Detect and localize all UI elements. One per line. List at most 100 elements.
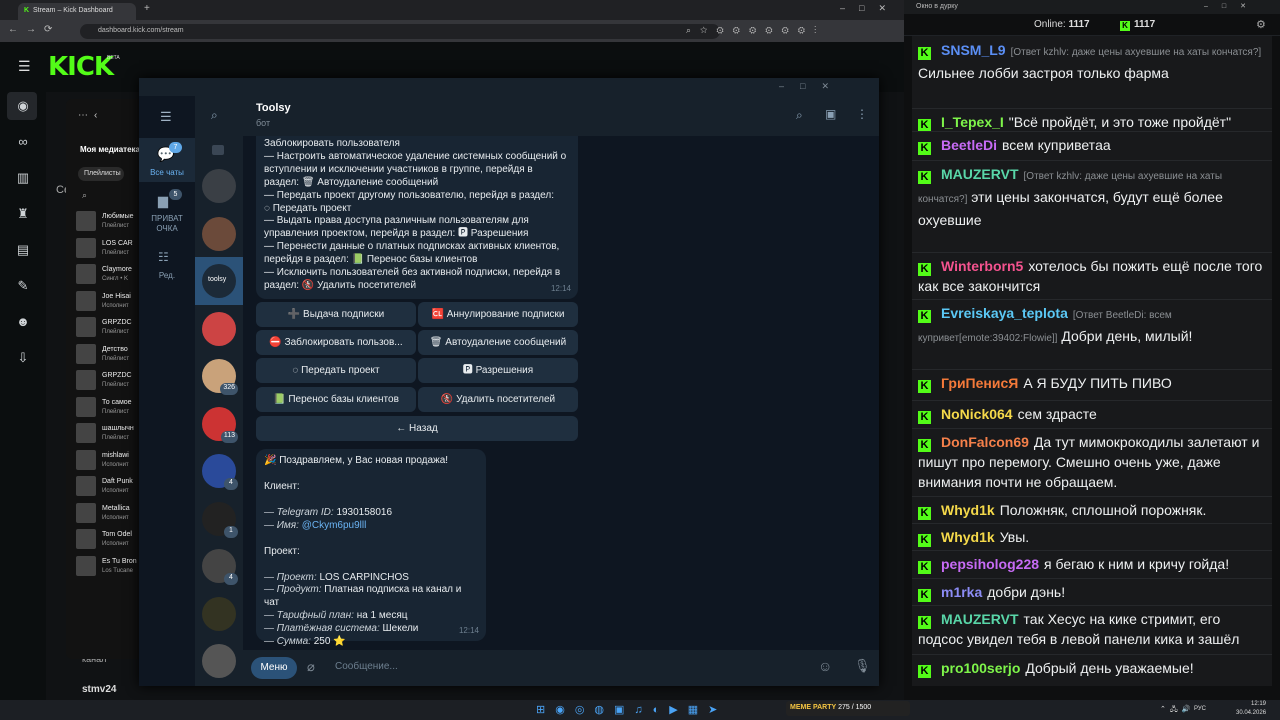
- message-separator: [912, 428, 1272, 429]
- chat-avatar[interactable]: 4: [202, 549, 238, 585]
- library-item-subtitle: Сингл • K: [102, 276, 128, 282]
- message-separator: [912, 550, 1272, 551]
- chat-username[interactable]: Whyd1k: [941, 502, 995, 518]
- chat-avatar[interactable]: 326: [202, 359, 238, 395]
- library-title: Моя медиатека: [80, 145, 140, 154]
- telegram-window-controls[interactable]: –□✕: [779, 81, 845, 92]
- folder-sidebar: [139, 96, 195, 686]
- library-item-subtitle: Исполнит: [102, 514, 129, 521]
- attach-icon[interactable]: ⌀: [307, 659, 315, 675]
- btn-block-user[interactable]: ⛔ Заблокировать пользов...: [256, 330, 416, 355]
- product-label: — Продукт:: [264, 584, 322, 596]
- kick-badge-icon: K: [918, 665, 931, 678]
- url-input[interactable]: dashboard.kick.com/stream: [80, 24, 720, 39]
- unread-badge: 4: [224, 573, 238, 585]
- kick-badge-icon: K: [918, 263, 931, 276]
- link-icon[interactable]: ∞: [14, 134, 32, 152]
- kick-logo[interactable]: KICK: [48, 52, 114, 82]
- chat-username[interactable]: BeetleDi: [941, 137, 997, 153]
- folder-edit-label[interactable]: Ред.: [139, 271, 195, 280]
- btn-transfer-project[interactable]: ◌ Передать проект: [256, 358, 416, 383]
- btn-issue-subscription[interactable]: ➕ Выдача подписки: [256, 302, 416, 327]
- taskbar-app-icons[interactable]: ⊞◉◎◍▣♫◐▶▦➤: [536, 703, 727, 716]
- chat-avatar[interactable]: 4: [202, 454, 238, 490]
- users-icon[interactable]: ☻: [14, 314, 32, 332]
- message-separator: [912, 654, 1272, 655]
- library-item-subtitle: Плейлист: [102, 223, 130, 229]
- chat-username[interactable]: Evreiskaya_teplota: [941, 305, 1068, 321]
- download-icon[interactable]: ⇩: [14, 350, 32, 368]
- sidebar-toggle-icon[interactable]: ▣: [825, 107, 836, 121]
- cover-art: [76, 502, 96, 523]
- tray-icons[interactable]: ⌃🖧🔊: [1160, 705, 1194, 716]
- bottom-user[interactable]: stmv24: [82, 684, 116, 695]
- chat-avatar[interactable]: [202, 216, 236, 251]
- browser-tab[interactable]: K Stream – Kick Dashboard: [18, 3, 136, 20]
- more-icon[interactable]: ⋯‹: [78, 110, 103, 121]
- chat-avatar[interactable]: [202, 644, 236, 678]
- chat-username[interactable]: NoNick064: [941, 406, 1013, 422]
- library-item-subtitle: Исполнит: [102, 461, 129, 468]
- meme-count: 275 / 1500: [838, 704, 872, 711]
- meme-party-widget[interactable]: MEME PARTY 275 / 1500: [786, 701, 910, 716]
- search-chats-icon[interactable]: ⌕: [211, 108, 218, 123]
- browser-toolbar-icons[interactable]: ⌕☆⚙⚙⚙⚙⚙⚙⋮: [686, 25, 825, 36]
- btn-remove-visitors[interactable]: 🚷 Удалить посетителей: [418, 387, 578, 412]
- chat-avatar[interactable]: 113: [202, 406, 238, 443]
- btn-back[interactable]: ← Назад: [256, 416, 578, 441]
- film-icon[interactable]: ▤: [14, 242, 32, 260]
- trophy-icon[interactable]: ♜: [14, 206, 32, 224]
- folder-all-label: Все чаты: [150, 168, 184, 177]
- nav-buttons-icon[interactable]: ←→⟳: [8, 24, 60, 35]
- bot-menu-button[interactable]: Меню: [251, 657, 297, 679]
- chat-username[interactable]: MAUZERVT: [941, 166, 1019, 182]
- cover-art: [76, 343, 96, 364]
- chat-avatar[interactable]: [202, 596, 236, 631]
- chat-avatar[interactable]: [202, 169, 236, 203]
- chart-icon[interactable]: ▥: [14, 170, 32, 188]
- emoji-icon[interactable]: ☺: [818, 658, 832, 674]
- message-separator: [912, 369, 1272, 370]
- chat-username[interactable]: DonFalcon69: [941, 434, 1029, 450]
- microphone-icon[interactable]: 🎙: [854, 658, 871, 674]
- menu-icon[interactable]: ☰: [160, 109, 172, 125]
- chat-username[interactable]: MAUZERVT: [941, 611, 1019, 627]
- library-item-subtitle: Исполнит: [102, 302, 129, 309]
- message-input[interactable]: Сообщение...: [335, 661, 398, 672]
- name-link[interactable]: @Ckym6pu9lll: [302, 520, 367, 531]
- language-indicator[interactable]: РУС: [1194, 706, 1206, 712]
- wrench-icon[interactable]: ✎: [14, 278, 32, 296]
- btn-permissions[interactable]: 🅿 Разрешения: [418, 358, 578, 383]
- folder-private-icon[interactable]: ▆: [158, 193, 168, 209]
- clock[interactable]: 12:19 30.04.2026: [1236, 700, 1266, 718]
- new-tab-button[interactable]: +: [144, 3, 150, 14]
- search-in-chat-icon[interactable]: ⌕: [796, 108, 803, 123]
- archive-icon[interactable]: [212, 145, 224, 155]
- search-icon[interactable]: ⌕: [82, 190, 87, 201]
- edit-icon[interactable]: ☷: [158, 250, 169, 264]
- chat-username[interactable]: m1rka: [941, 584, 982, 600]
- chat-username[interactable]: I_Tepex_I: [941, 114, 1004, 130]
- chat-avatar[interactable]: 1: [202, 501, 238, 538]
- hamburger-icon[interactable]: ☰: [18, 58, 31, 75]
- window-controls[interactable]: –□✕: [840, 3, 900, 14]
- chat-username[interactable]: ГриПенисЯ: [941, 375, 1018, 391]
- chat-username[interactable]: Winterborn5: [941, 258, 1023, 274]
- chat-username[interactable]: pepsiholog228: [941, 556, 1039, 572]
- folder-private-label[interactable]: ПРИВАТ ОЧКА: [139, 214, 195, 234]
- message-separator: [912, 131, 1272, 132]
- broadcast-icon[interactable]: ◉: [14, 98, 32, 116]
- filter-playlists[interactable]: Плейлисты: [78, 167, 124, 181]
- btn-cancel-subscription[interactable]: 🆑 Аннулирование подписки: [418, 302, 578, 327]
- chat-window-controls[interactable]: –□✕: [1204, 2, 1260, 10]
- btn-auto-delete[interactable]: 🗑 Автоудаление сообщений: [418, 330, 578, 355]
- chat-username[interactable]: Whyd1k: [941, 529, 995, 545]
- chat-username[interactable]: pro100serjo: [941, 660, 1020, 676]
- chat-username[interactable]: SNSM_L9: [941, 42, 1006, 58]
- btn-transfer-clients[interactable]: 📗 Перенос базы клиентов: [256, 387, 416, 412]
- chat-title[interactable]: Toolsy: [256, 102, 291, 114]
- chat-avatar[interactable]: [202, 311, 236, 346]
- chat-avatar[interactable]: toolsy: [202, 264, 236, 298]
- more-vertical-icon[interactable]: ⋮: [856, 107, 868, 121]
- settings-gear-icon[interactable]: ⚙: [1256, 18, 1266, 31]
